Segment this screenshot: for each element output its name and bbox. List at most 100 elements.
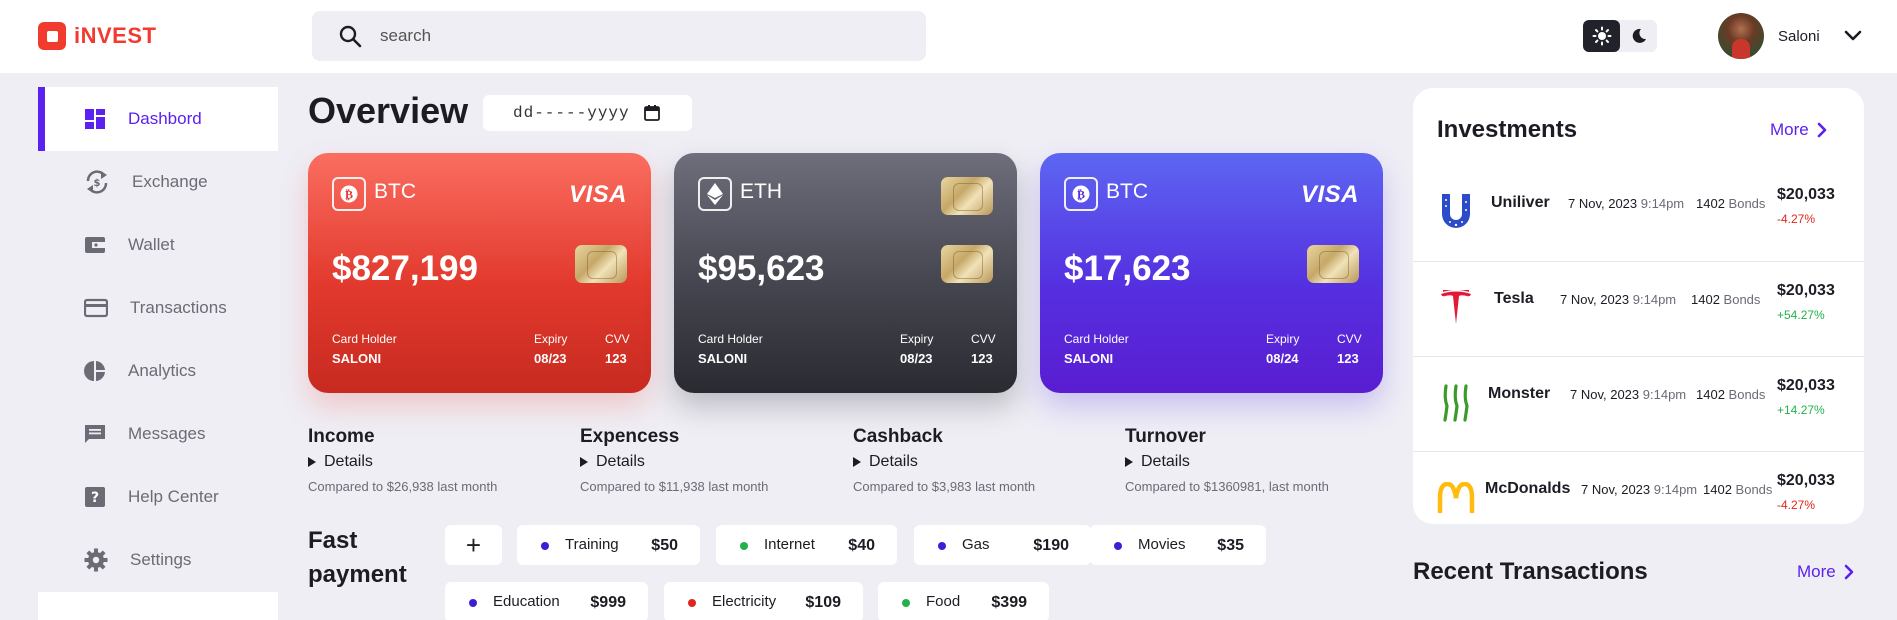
payment-amount: $190 xyxy=(1033,537,1069,554)
payment-name: Internet xyxy=(764,536,815,553)
investment-bonds: 1402 Bonds xyxy=(1691,292,1760,307)
payment-chip[interactable]: Training $50 xyxy=(517,525,700,565)
investment-row[interactable]: Monster 7 Nov, 2023 9:14pm 1402 Bonds $2… xyxy=(1413,356,1864,451)
brand-logo[interactable]: iNVEST xyxy=(38,22,156,50)
bonds-count: 1402 xyxy=(1703,482,1732,497)
payment-chip[interactable]: Movies $35 xyxy=(1090,525,1266,565)
card-cvv-label: CVV xyxy=(1337,332,1362,346)
payment-amount: $50 xyxy=(651,537,678,554)
card-holder-label: Card Holder xyxy=(332,332,397,346)
payment-chip[interactable]: Gas $190 xyxy=(914,525,1091,565)
payment-name: Movies xyxy=(1138,536,1186,553)
card-icon xyxy=(84,298,108,318)
sun-icon xyxy=(1592,26,1611,46)
unilever-logo-icon xyxy=(1437,190,1475,234)
payment-chip[interactable]: Internet $40 xyxy=(716,525,897,565)
investment-row[interactable]: Tesla 7 Nov, 2023 9:14pm 1402 Bonds $20,… xyxy=(1413,261,1864,356)
date-placeholder: dd-----yyyy xyxy=(513,104,630,122)
investment-row[interactable]: McDonalds 7 Nov, 2023 9:14pm 1402 Bonds … xyxy=(1413,451,1864,546)
top-bar: iNVEST Saloni xyxy=(0,0,1897,73)
bank-card[interactable]: ₿ BTC VISA $17,623 Card Holder SALONI Ex… xyxy=(1040,153,1383,393)
sidebar-item-label: Messages xyxy=(128,424,206,443)
stat-details-toggle[interactable]: Details xyxy=(1125,453,1385,471)
more-label: More xyxy=(1770,120,1809,139)
investment-bonds: 1402 Bonds xyxy=(1696,387,1765,402)
card-chip-icon xyxy=(1307,245,1359,283)
investments-more-link[interactable]: More xyxy=(1770,120,1827,140)
fast-payment-title-line: Fast xyxy=(308,527,358,554)
payment-amount: $40 xyxy=(848,537,875,554)
chevron-right-icon xyxy=(1844,564,1854,580)
stat-income: Income Details Compared to $26,938 last … xyxy=(308,426,568,494)
chevron-down-icon[interactable] xyxy=(1844,30,1862,42)
disclosure-triangle-icon xyxy=(853,457,861,467)
card-expiry-label: Expiry xyxy=(534,332,568,346)
sidebar-item-messages[interactable]: Messages xyxy=(38,402,278,466)
avatar[interactable] xyxy=(1718,13,1764,59)
sidebar-footer xyxy=(38,592,278,620)
add-payment-button[interactable]: + xyxy=(445,525,502,565)
card-balance: $827,199 xyxy=(332,249,478,288)
stat-details-toggle[interactable]: Details xyxy=(580,453,840,471)
card-cvv: 123 xyxy=(1337,351,1359,366)
user-name: Saloni xyxy=(1778,27,1820,45)
bonds-label: Bonds xyxy=(1735,482,1773,497)
light-mode-button[interactable] xyxy=(1583,20,1620,52)
user-menu[interactable]: Saloni xyxy=(1718,13,1862,59)
sidebar-item-label: Help Center xyxy=(128,487,219,506)
visa-logo: VISA xyxy=(568,181,627,208)
sidebar-item-wallet[interactable]: Wallet xyxy=(38,213,278,277)
sidebar-item-label: Dashbord xyxy=(128,109,202,128)
investment-time: 9:14pm xyxy=(1632,292,1677,307)
card-expiry: 08/23 xyxy=(900,351,933,366)
payment-chip[interactable]: Electricity $109 xyxy=(664,582,863,620)
sidebar-item-exchange[interactable]: $ Exchange xyxy=(38,150,278,214)
exchange-icon: $ xyxy=(86,170,108,194)
investment-name: Tesla xyxy=(1494,290,1534,307)
bank-card[interactable]: ₿ BTC VISA $827,199 Card Holder SALONI E… xyxy=(308,153,651,393)
bank-card[interactable]: ETH $95,623 Card Holder SALONI Expiry 08… xyxy=(674,153,1017,393)
card-holder-name: SALONI xyxy=(1064,351,1114,366)
theme-toggle[interactable] xyxy=(1583,20,1657,52)
sidebar-item-analytics[interactable]: Analytics xyxy=(38,339,278,403)
recent-transactions-more-link[interactable]: More xyxy=(1797,562,1854,582)
sidebar-item-help-center[interactable]: ? Help Center xyxy=(38,465,278,529)
sidebar-item-dashboard[interactable]: Dashbord xyxy=(38,87,278,151)
investment-row[interactable]: Uniliver 7 Nov, 2023 9:14pm 1402 Bonds $… xyxy=(1413,166,1864,261)
pie-chart-icon xyxy=(84,361,105,381)
bonds-count: 1402 xyxy=(1696,196,1725,211)
help-icon: ? xyxy=(85,487,105,507)
sidebar-item-transactions[interactable]: Transactions xyxy=(38,276,278,340)
dark-mode-button[interactable] xyxy=(1620,20,1657,52)
payment-chip[interactable]: Food $399 xyxy=(878,582,1049,620)
investment-date: 7 Nov, 2023 9:14pm xyxy=(1570,387,1686,402)
investment-time: 9:14pm xyxy=(1642,387,1687,402)
payment-name: Education xyxy=(493,593,560,610)
payment-dot xyxy=(1114,542,1122,550)
investment-amount: $20,033 xyxy=(1777,472,1835,489)
stat-details-toggle[interactable]: Details xyxy=(853,453,1113,471)
bonds-label: Bonds xyxy=(1728,387,1766,402)
date-input[interactable]: dd-----yyyy xyxy=(483,95,692,131)
investment-change: +54.27% xyxy=(1777,308,1825,322)
search-input[interactable] xyxy=(380,26,880,46)
fast-payment-title-line: payment xyxy=(308,561,407,588)
bonds-count: 1402 xyxy=(1696,387,1725,402)
card-expiry-label: Expiry xyxy=(1266,332,1300,346)
stat-expenses: Expencess Details Compared to $11,938 la… xyxy=(580,426,840,494)
investment-name: Uniliver xyxy=(1491,194,1550,211)
investment-date: 7 Nov, 2023 9:14pm xyxy=(1581,482,1697,497)
sidebar-item-settings[interactable]: Settings xyxy=(38,528,278,592)
investment-amount: $20,033 xyxy=(1777,186,1835,203)
investment-bonds: 1402 Bonds xyxy=(1696,196,1765,211)
payment-dot xyxy=(469,599,477,607)
stat-details-toggle[interactable]: Details xyxy=(308,453,568,471)
investment-name: McDonalds xyxy=(1485,480,1571,497)
logo-mark-icon xyxy=(38,22,66,50)
card-cvv-label: CVV xyxy=(605,332,630,346)
bonds-count: 1402 xyxy=(1691,292,1720,307)
sidebar-item-label: Transactions xyxy=(130,298,227,317)
calendar-icon[interactable] xyxy=(644,105,660,121)
investment-change: +14.27% xyxy=(1777,403,1825,417)
payment-chip[interactable]: Education $999 xyxy=(445,582,648,620)
